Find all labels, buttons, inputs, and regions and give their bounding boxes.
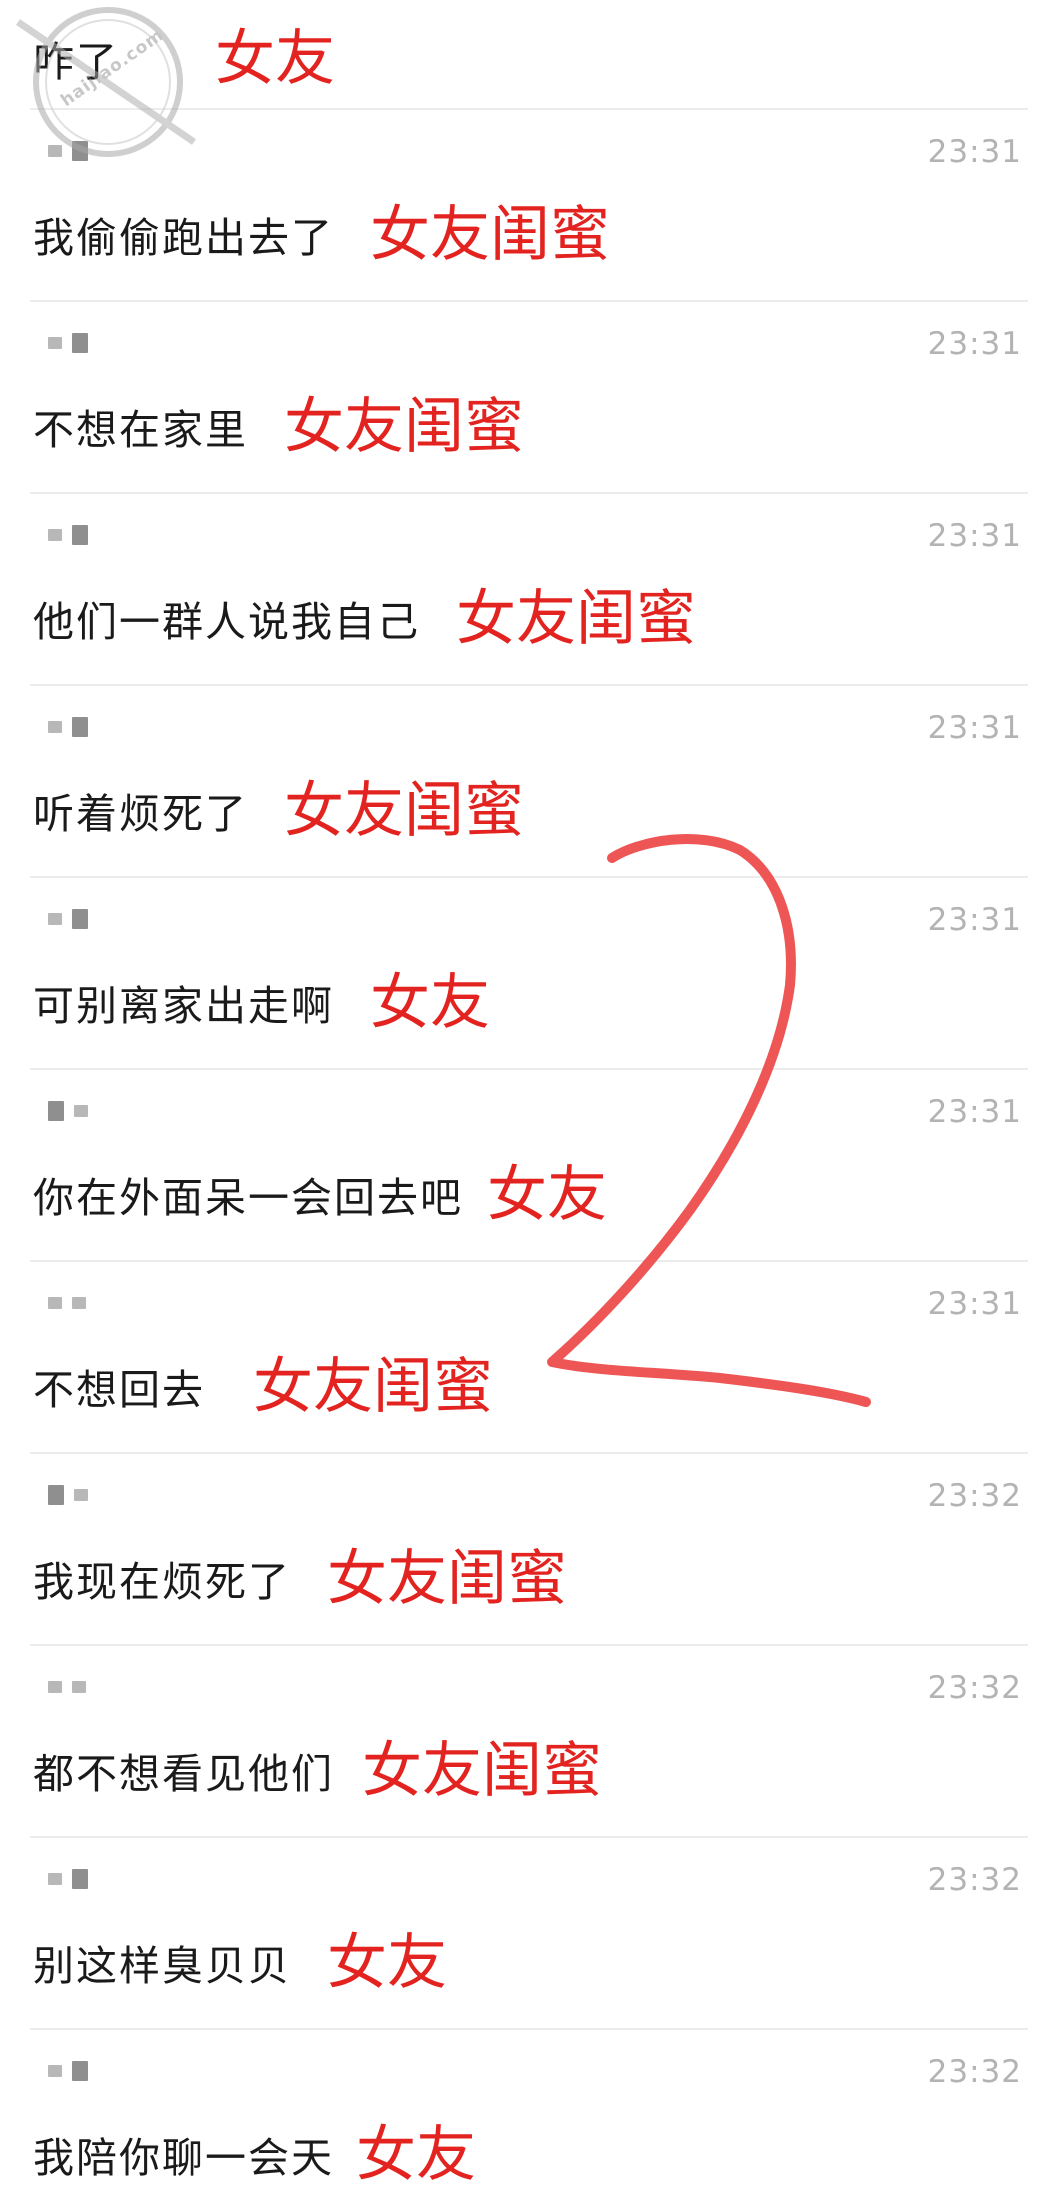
message-line: 不想回去 女友闺蜜 (33, 1342, 493, 1429)
blurred-name-block (48, 721, 62, 733)
sender-avatar-blurred (48, 2060, 88, 2082)
blurred-name-block (48, 2065, 62, 2077)
blurred-name-block (48, 1873, 62, 1885)
sender-avatar-blurred (48, 332, 88, 354)
sender-avatar-blurred (48, 1676, 86, 1698)
blurred-name-block (72, 909, 88, 929)
chat-row[interactable]: 23:32 别这样臭贝贝 女友 (0, 1838, 1062, 2030)
message-line: 都不想看见他们 女友闺蜜 (33, 1726, 602, 1813)
blurred-name-block (48, 1101, 64, 1121)
chat-row[interactable]: 23:31 可别离家出走啊 女友 (0, 878, 1062, 1070)
chat-row[interactable]: 23:32 我现在烦死了 女友闺蜜 (0, 1454, 1062, 1646)
blurred-name-block (72, 1297, 86, 1309)
sender-tag: 女友 (487, 1160, 607, 1230)
message-time: 23:31 (927, 902, 1022, 938)
blurred-name-block (72, 1869, 88, 1889)
chat-row[interactable]: 23:31 他们一群人说我自己 女友闺蜜 (0, 494, 1062, 686)
sender-avatar-blurred (48, 524, 88, 546)
message-time: 23:31 (927, 134, 1022, 170)
message-line: 听着烦死了 女友闺蜜 (33, 766, 524, 853)
blurred-name-block (48, 337, 62, 349)
sender-tag: 女友 (215, 24, 335, 94)
sender-tag: 女友闺蜜 (253, 1352, 493, 1422)
message-text: 我现在烦死了 (33, 1557, 291, 1606)
message-line: 我偷偷跑出去了 女友闺蜜 (33, 190, 610, 277)
sender-tag: 女友闺蜜 (284, 392, 524, 462)
chat-row[interactable]: 23:31 听着烦死了 女友闺蜜 (0, 686, 1062, 878)
blurred-name-block (48, 913, 62, 925)
blurred-name-block (48, 1297, 62, 1309)
message-text: 都不想看见他们 (33, 1749, 334, 1798)
chat-row[interactable]: 23:32 都不想看见他们 女友闺蜜 (0, 1646, 1062, 1838)
message-time: 23:31 (927, 710, 1022, 746)
message-line: 可别离家出走啊 女友 (33, 958, 490, 1045)
watermark-logo: haijiao.com (4, 2, 214, 162)
message-time: 23:32 (927, 1478, 1022, 1514)
message-text: 我偷偷跑出去了 (33, 213, 334, 262)
message-text: 可别离家出走啊 (33, 981, 334, 1030)
sender-tag: 女友闺蜜 (456, 584, 696, 654)
sender-tag: 女友 (327, 1928, 447, 1998)
sender-avatar-blurred (48, 1100, 88, 1122)
blurred-name-block (72, 2061, 88, 2081)
message-time: 23:32 (927, 1862, 1022, 1898)
message-line: 不想在家里 女友闺蜜 (33, 382, 524, 469)
blurred-name-block (72, 1681, 86, 1693)
message-line: 我陪你聊一会天 女友 (33, 2110, 476, 2197)
message-time: 23:31 (927, 1094, 1022, 1130)
sender-tag: 女友闺蜜 (284, 776, 524, 846)
message-text: 不想回去 (33, 1365, 205, 1414)
chat-message-list: 咋了 女友 23:31 我偷偷跑出去了 女友闺蜜 23:31 不想在家里 女友闺… (0, 0, 1062, 2206)
message-time: 23:31 (927, 326, 1022, 362)
sender-avatar-blurred (48, 1868, 88, 1890)
message-time: 23:32 (927, 1670, 1022, 1706)
sender-avatar-blurred (48, 716, 88, 738)
sender-tag: 女友闺蜜 (362, 1736, 602, 1806)
blurred-name-block (48, 1681, 62, 1693)
message-text: 不想在家里 (33, 405, 248, 454)
blurred-name-block (72, 525, 88, 545)
sender-tag: 女友闺蜜 (370, 200, 610, 270)
message-line: 他们一群人说我自己 女友闺蜜 (33, 574, 696, 661)
message-line: 你在外面呆一会回去吧 女友 (33, 1150, 607, 1237)
chat-row[interactable]: 23:31 你在外面呆一会回去吧 女友 (0, 1070, 1062, 1262)
chat-row[interactable]: 23:32 我陪你聊一会天 女友 (0, 2030, 1062, 2206)
sender-avatar-blurred (48, 1292, 86, 1314)
blurred-name-block (74, 1105, 88, 1117)
message-text: 他们一群人说我自己 (33, 597, 420, 646)
blurred-name-block (72, 717, 88, 737)
sender-tag: 女友 (370, 968, 490, 1038)
message-text: 别这样臭贝贝 (33, 1941, 291, 1990)
blurred-name-block (48, 1485, 64, 1505)
message-text: 听着烦死了 (33, 789, 248, 838)
sender-tag: 女友 (356, 2120, 476, 2190)
message-time: 23:31 (927, 518, 1022, 554)
message-text: 我陪你聊一会天 (33, 2133, 334, 2182)
message-time: 23:31 (927, 1286, 1022, 1322)
sender-avatar-blurred (48, 1484, 88, 1506)
sender-avatar-blurred (48, 908, 88, 930)
blurred-name-block (48, 529, 62, 541)
message-time: 23:32 (927, 2054, 1022, 2090)
message-line: 我现在烦死了 女友闺蜜 (33, 1534, 567, 1621)
blurred-name-block (72, 333, 88, 353)
message-line: 别这样臭贝贝 女友 (33, 1918, 447, 2005)
chat-row[interactable]: 23:31 不想回去 女友闺蜜 (0, 1262, 1062, 1454)
message-text: 你在外面呆一会回去吧 (33, 1173, 463, 1222)
blurred-name-block (74, 1489, 88, 1501)
chat-row[interactable]: 23:31 不想在家里 女友闺蜜 (0, 302, 1062, 494)
sender-tag: 女友闺蜜 (327, 1544, 567, 1614)
